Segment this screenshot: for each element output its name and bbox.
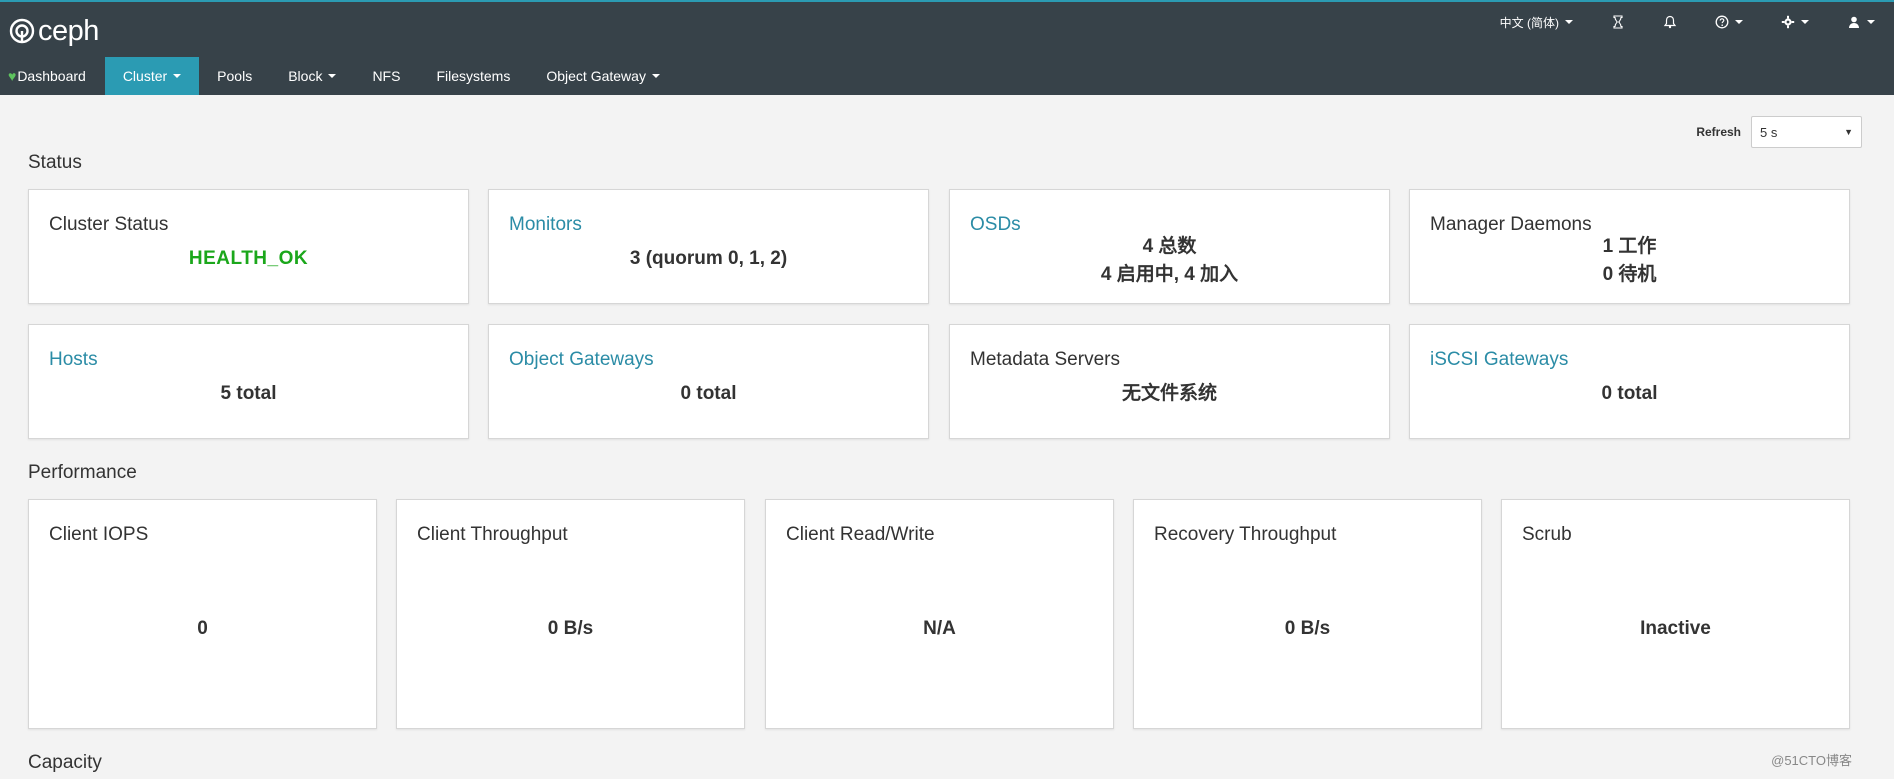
card-value: 5 total bbox=[220, 383, 277, 404]
gear-icon bbox=[1781, 15, 1795, 29]
card-client-throughput: Client Throughput 0 B/s bbox=[396, 499, 745, 729]
nav-filesystems[interactable]: Filesystems bbox=[418, 57, 528, 95]
card-monitors: Monitors 3 (quorum 0, 1, 2) bbox=[488, 189, 929, 304]
card-title: Recovery Throughput bbox=[1154, 524, 1337, 545]
card-title: Client Throughput bbox=[417, 524, 568, 545]
card-title: Scrub bbox=[1522, 524, 1572, 545]
nav-pools[interactable]: Pools bbox=[199, 57, 270, 95]
watermark: @51CTO博客 bbox=[1771, 753, 1852, 768]
notifications-button[interactable] bbox=[1644, 15, 1696, 29]
object-gateways-link[interactable]: Object Gateways bbox=[509, 349, 654, 371]
nav-label: Object Gateway bbox=[546, 68, 646, 84]
card-value: 4 启用中, 4 加入 bbox=[1100, 264, 1239, 285]
nav-block[interactable]: Block bbox=[270, 57, 354, 95]
card-hosts: Hosts 5 total bbox=[28, 324, 469, 439]
chevron-down-icon bbox=[328, 74, 337, 78]
card-value: 0 B/s bbox=[547, 618, 594, 639]
brand-logo[interactable]: ceph bbox=[8, 14, 99, 47]
card-recovery-throughput: Recovery Throughput 0 B/s bbox=[1133, 499, 1482, 729]
nav-cluster[interactable]: Cluster bbox=[104, 57, 200, 95]
monitors-link[interactable]: Monitors bbox=[509, 214, 582, 236]
card-iscsi-gateways: iSCSI Gateways 0 total bbox=[1409, 324, 1850, 439]
card-title: Cluster Status bbox=[49, 214, 169, 235]
chevron-down-icon bbox=[173, 74, 182, 78]
nav-nfs[interactable]: NFS bbox=[354, 57, 418, 95]
nav-object-gateway[interactable]: Object Gateway bbox=[528, 57, 678, 95]
chevron-down-icon bbox=[1801, 20, 1809, 24]
card-value: 0 total bbox=[1601, 383, 1658, 404]
card-value: 4 总数 bbox=[1142, 236, 1197, 257]
card-cluster-status: Cluster Status HEALTH_OK bbox=[28, 189, 469, 304]
card-value: 无文件系统 bbox=[1121, 383, 1217, 404]
card-metadata-servers: Metadata Servers 无文件系统 bbox=[949, 324, 1390, 439]
user-icon bbox=[1849, 16, 1859, 28]
language-selector[interactable]: 中文 (简体) bbox=[1481, 14, 1592, 31]
nav-label: Pools bbox=[217, 68, 253, 84]
select-arrow-icon: ▼ bbox=[1844, 127, 1853, 137]
ceph-logo-icon bbox=[9, 18, 35, 44]
help-menu[interactable] bbox=[1696, 15, 1762, 29]
card-value: 3 (quorum 0, 1, 2) bbox=[629, 248, 788, 269]
nav-dashboard[interactable]: ♥ Dashboard bbox=[0, 57, 105, 95]
health-status-value: HEALTH_OK bbox=[188, 248, 309, 269]
top-bar: ceph 中文 (简体) bbox=[0, 0, 1894, 57]
section-title-performance: Performance bbox=[28, 462, 137, 483]
card-value: 1 工作 bbox=[1602, 236, 1657, 257]
card-value: 0 待机 bbox=[1602, 264, 1657, 285]
card-title: Client Read/Write bbox=[786, 524, 935, 545]
hourglass-icon bbox=[1613, 15, 1623, 29]
brand-name: ceph bbox=[38, 14, 99, 47]
chevron-down-icon bbox=[1867, 20, 1875, 24]
chevron-down-icon bbox=[1565, 20, 1573, 24]
card-value: Inactive bbox=[1640, 618, 1711, 639]
card-scrub: Scrub Inactive bbox=[1501, 499, 1850, 729]
task-manager-button[interactable] bbox=[1592, 15, 1644, 29]
section-title-status: Status bbox=[28, 152, 82, 173]
card-value: 0 total bbox=[680, 383, 737, 404]
nav-label: Cluster bbox=[122, 68, 168, 84]
hosts-link[interactable]: Hosts bbox=[49, 349, 98, 371]
chevron-down-icon bbox=[651, 74, 660, 78]
card-value: N/A bbox=[923, 618, 956, 639]
refresh-control: Refresh 5 s ▼ bbox=[1696, 116, 1862, 148]
nav-label: NFS bbox=[372, 68, 401, 84]
settings-menu[interactable] bbox=[1762, 15, 1828, 29]
card-value: 0 B/s bbox=[1284, 618, 1331, 639]
card-value: 0 bbox=[197, 618, 208, 639]
card-title: Metadata Servers bbox=[970, 349, 1120, 370]
card-title: Client IOPS bbox=[49, 524, 149, 545]
nav-label: Block bbox=[288, 68, 323, 84]
refresh-interval-select[interactable]: 5 s ▼ bbox=[1751, 116, 1862, 148]
card-client-read-write: Client Read/Write N/A bbox=[765, 499, 1114, 729]
language-label: 中文 (简体) bbox=[1499, 15, 1559, 30]
card-manager-daemons: Manager Daemons 1 工作 0 待机 bbox=[1409, 189, 1850, 304]
iscsi-gateways-link[interactable]: iSCSI Gateways bbox=[1430, 349, 1568, 371]
heart-icon: ♥ bbox=[8, 68, 17, 84]
user-menu[interactable] bbox=[1828, 15, 1894, 29]
chevron-down-icon bbox=[1735, 20, 1743, 24]
refresh-value: 5 s bbox=[1760, 124, 1778, 140]
nav-label: Dashboard bbox=[17, 68, 86, 84]
utility-menu: 中文 (简体) bbox=[1481, 12, 1894, 32]
help-icon bbox=[1715, 15, 1729, 29]
card-client-iops: Client IOPS 0 bbox=[28, 499, 377, 729]
card-osds: OSDs 4 总数 4 启用中, 4 加入 bbox=[949, 189, 1390, 304]
card-object-gateways: Object Gateways 0 total bbox=[488, 324, 929, 439]
nav-label: Filesystems bbox=[436, 68, 511, 84]
bell-icon bbox=[1663, 15, 1677, 29]
section-title-capacity: Capacity bbox=[28, 752, 102, 773]
refresh-label: Refresh bbox=[1696, 125, 1741, 139]
main-navbar: ♥ Dashboard Cluster Pools Block NFS File… bbox=[0, 57, 1894, 95]
